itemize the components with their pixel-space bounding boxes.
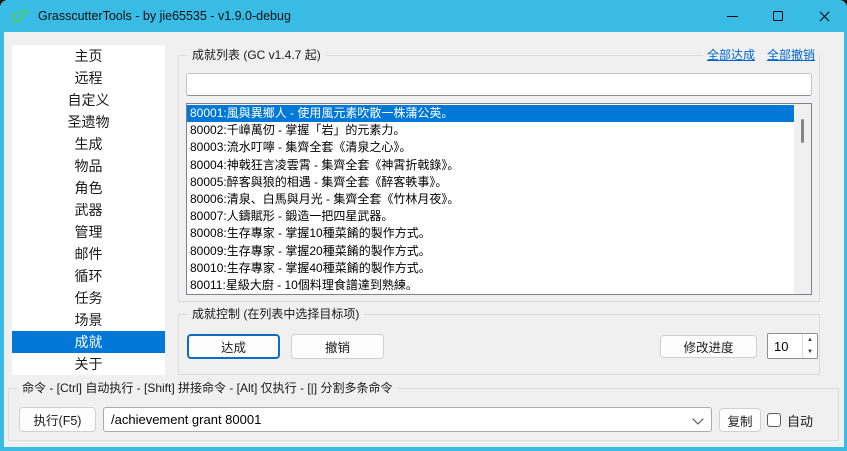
command-group-title: 命令 - [Ctrl] 自动执行 - [Shift] 拼接命令 - [Alt] … [17,380,397,396]
achievement-listbox: 80001:風與異鄉人 - 使用風元素吹散一株蒲公英。 80002:千嶂萬仞 -… [186,103,812,295]
sidebar-item-items[interactable]: 物品 [12,155,165,177]
run-command-button[interactable]: 执行(F5) [19,407,96,432]
achievement-row[interactable]: 80003:流水叮嚀 - 集齊全套《清泉之心》。 [187,139,794,156]
achievement-rows: 80001:風與異鄉人 - 使用風元素吹散一株蒲公英。 80002:千嶂萬仞 -… [187,105,794,294]
achievement-row[interactable]: 80002:千嶂萬仞 - 掌握「岩」的元素力。 [187,122,794,139]
achievement-row[interactable]: 80005:醉客與狼的相遇 - 集齊全套《醉客軼事》。 [187,174,794,191]
sidebar-item-custom[interactable]: 自定义 [12,89,165,111]
achievement-row[interactable]: 80010:生存專家 - 掌握40種菜餚的製作方式。 [187,260,794,277]
sidebar-item-artifacts[interactable]: 圣遗物 [12,111,165,133]
spinner-arrows: ▲ ▼ [802,334,817,358]
auto-checkbox-label: 自动 [787,411,813,430]
auto-checkbox[interactable] [767,413,781,427]
sidebar-item-about[interactable]: 关于 [12,353,165,375]
achievement-control-groupbox: 成就控制 (在列表中选择目标项) 达成 撤销 修改进度 ▲ ▼ [178,314,820,375]
window-controls [709,0,847,32]
achievement-search-input[interactable] [186,73,812,96]
sidebar-nav: 主页 远程 自定义 圣遗物 生成 物品 角色 武器 管理 邮件 循环 任务 场景… [12,45,165,375]
complete-all-link[interactable]: 全部达成 [707,47,755,63]
sidebar-item-home[interactable]: 主页 [12,45,165,67]
command-input[interactable] [104,408,685,431]
list-scrollbar[interactable] [794,104,811,294]
achievement-row[interactable]: 80011:星級大廚 - 10個料理食譜達到熟練。 [187,277,794,294]
titlebar: GrasscutterTools - by jie65535 - v1.9.0-… [0,0,847,32]
achievement-control-group-title: 成就控制 (在列表中选择目标项) [187,306,364,322]
progress-value-input[interactable] [768,334,798,358]
minimize-icon [727,16,738,17]
copy-button[interactable]: 复制 [719,408,761,432]
achieve-button[interactable]: 达成 [187,334,280,359]
achievement-list-group-title: 成就列表 (GC v1.4.7 起) [187,47,326,63]
sidebar-item-quests[interactable]: 任务 [12,287,165,309]
scrollbar-thumb[interactable] [801,119,804,143]
achievement-row[interactable]: 80007:人鑄賦形 - 鍛造一把四星武器。 [187,208,794,225]
sidebar-item-achievements[interactable]: 成就 [12,331,165,353]
spinner-down-icon[interactable]: ▼ [803,346,817,358]
chevron-down-icon[interactable] [692,413,703,424]
sidebar-item-management[interactable]: 管理 [12,221,165,243]
close-icon [818,10,831,23]
sidebar-item-spawn[interactable]: 生成 [12,133,165,155]
progress-spinner: ▲ ▼ [767,333,818,359]
window-border-left [0,32,4,451]
achievement-row[interactable]: 80008:生存專家 - 掌握10種菜餚的製作方式。 [187,225,794,242]
sidebar-item-weapons[interactable]: 武器 [12,199,165,221]
maximize-button[interactable] [755,0,801,32]
achievement-row[interactable]: 80001:風與異鄉人 - 使用風元素吹散一株蒲公英。 [187,105,794,122]
close-button[interactable] [801,0,847,32]
sidebar-item-avatars[interactable]: 角色 [12,177,165,199]
achievement-row[interactable]: 80009:生存專家 - 掌握20種菜餚的製作方式。 [187,243,794,260]
achievement-list-groupbox: 成就列表 (GC v1.4.7 起) 全部达成 全部撤销 80001:風與異鄉人… [178,55,820,302]
achievement-row[interactable]: 80006:清泉、白馬與月光 - 集齊全套《竹林月夜》。 [187,191,794,208]
app-icon [10,7,30,25]
revoke-button[interactable]: 撤销 [291,334,384,359]
command-combobox [103,407,712,432]
achievement-row[interactable]: 80004:神戟狂言凌雲霄 - 集齊全套《神霄折戟錄》。 [187,157,794,174]
set-progress-button[interactable]: 修改进度 [660,335,757,358]
app-window: GrasscutterTools - by jie65535 - v1.9.0-… [0,0,847,451]
sidebar-item-scenes[interactable]: 场景 [12,309,165,331]
sidebar-item-loop[interactable]: 循环 [12,265,165,287]
command-groupbox: 命令 - [Ctrl] 自动执行 - [Shift] 拼接命令 - [Alt] … [8,388,839,441]
sidebar-item-remote[interactable]: 远程 [12,67,165,89]
sidebar-item-mail[interactable]: 邮件 [12,243,165,265]
achievement-list-links: 全部达成 全部撤销 [703,47,819,63]
minimize-button[interactable] [709,0,755,32]
window-title: GrasscutterTools - by jie65535 - v1.9.0-… [38,9,291,23]
spinner-up-icon[interactable]: ▲ [803,334,817,346]
window-border-bottom [0,447,847,451]
maximize-icon [773,11,783,21]
revoke-all-link[interactable]: 全部撤销 [767,47,815,63]
